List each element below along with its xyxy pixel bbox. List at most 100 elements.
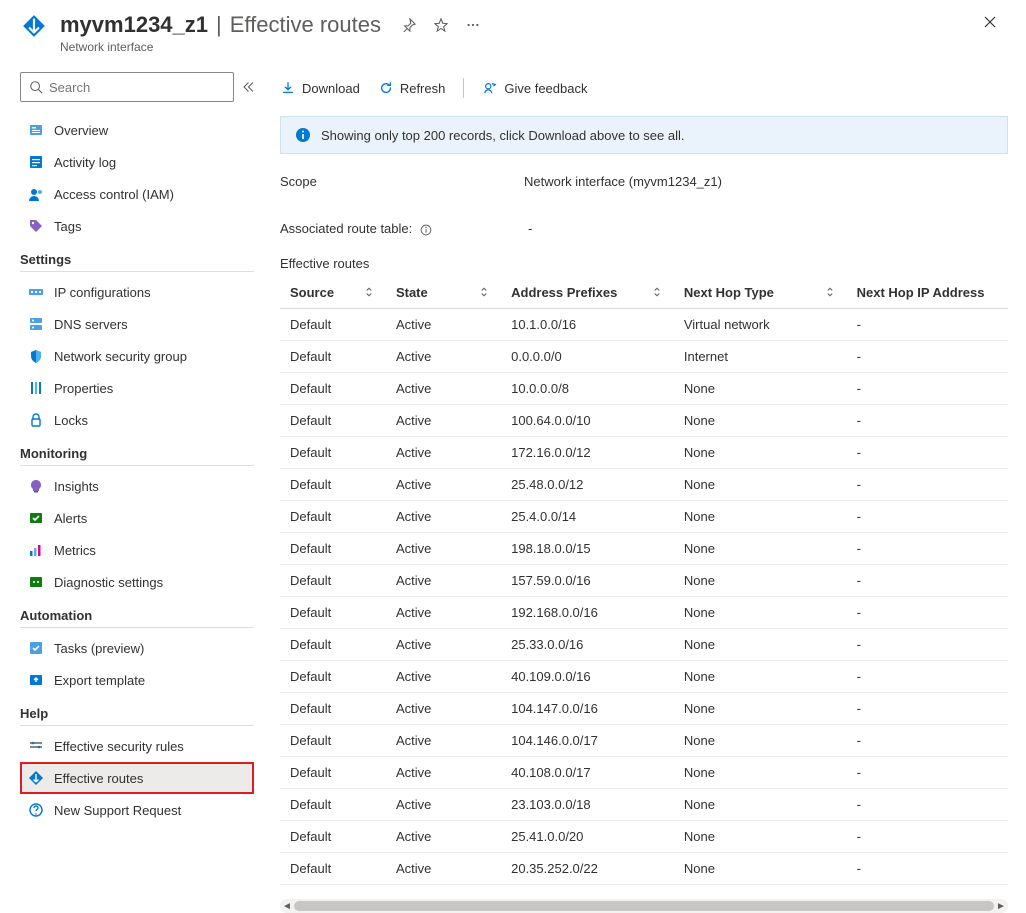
- sort-icon[interactable]: [650, 285, 664, 299]
- cell-source: Default: [280, 693, 386, 725]
- sidebar-item-iam[interactable]: Access control (IAM): [20, 178, 254, 210]
- cell-prefix: 172.16.0.0/12: [501, 437, 674, 469]
- sidebar-item-ipconfig[interactable]: IP configurations: [20, 276, 254, 308]
- more-icon[interactable]: [461, 13, 485, 37]
- sidebar-item-label: Network security group: [54, 349, 187, 364]
- cell-hopip: -: [847, 341, 1008, 373]
- table-row[interactable]: DefaultActive198.18.0.0/15None--: [280, 533, 1008, 565]
- table-row[interactable]: DefaultActive172.16.0.0/12None--: [280, 437, 1008, 469]
- sidebar-item-dns[interactable]: DNS servers: [20, 308, 254, 340]
- sidebar-item-export[interactable]: Export template: [20, 664, 254, 696]
- sidebar-item-alerts[interactable]: Alerts: [20, 502, 254, 534]
- tags-icon: [28, 218, 44, 234]
- cell-hopip: -: [847, 757, 1008, 789]
- sidebar-item-locks[interactable]: Locks: [20, 404, 254, 436]
- cell-source: Default: [280, 373, 386, 405]
- sidebar-item-label: Insights: [54, 479, 99, 494]
- sidebar-item-activity[interactable]: Activity log: [20, 146, 254, 178]
- assoc-route-value: -: [524, 221, 532, 236]
- sidebar-item-diag[interactable]: Diagnostic settings: [20, 566, 254, 598]
- column-header[interactable]: Source: [280, 277, 386, 309]
- sort-icon[interactable]: [477, 285, 491, 299]
- table-row[interactable]: DefaultActive10.1.0.0/16Virtual network-…: [280, 309, 1008, 341]
- cell-source: Default: [280, 821, 386, 853]
- sidebar-item-label: Locks: [54, 413, 88, 428]
- cell-hopip: -: [847, 725, 1008, 757]
- table-row[interactable]: DefaultActive25.33.0.0/16None--: [280, 629, 1008, 661]
- sidebar-item-support[interactable]: New Support Request: [20, 794, 254, 826]
- feedback-button[interactable]: Give feedback: [482, 80, 587, 96]
- cell-hoptype: Virtual network: [674, 309, 847, 341]
- sidebar-item-props[interactable]: Properties: [20, 372, 254, 404]
- sidebar-item-overview[interactable]: Overview: [20, 114, 254, 146]
- cell-source: Default: [280, 533, 386, 565]
- cell-state: Active: [386, 629, 501, 661]
- refresh-button[interactable]: Refresh: [378, 80, 446, 96]
- column-header[interactable]: Address Prefixes: [501, 277, 674, 309]
- sidebar-item-nsg[interactable]: Network security group: [20, 340, 254, 372]
- overview-icon: [28, 122, 44, 138]
- horizontal-scrollbar[interactable]: ◄ ►: [280, 899, 1008, 913]
- table-row[interactable]: DefaultActive100.64.0.0/10None--: [280, 405, 1008, 437]
- page-header: myvm1234_z1 | Effective routes Network i…: [0, 0, 1026, 60]
- cell-state: Active: [386, 853, 501, 885]
- download-icon: [280, 80, 296, 96]
- cell-hoptype: None: [674, 373, 847, 405]
- table-row[interactable]: DefaultActive157.59.0.0/16None--: [280, 565, 1008, 597]
- cell-prefix: 10.1.0.0/16: [501, 309, 674, 341]
- cell-state: Active: [386, 309, 501, 341]
- sidebar-item-tags[interactable]: Tags: [20, 210, 254, 242]
- sidebar-group-title: Automation: [20, 598, 254, 628]
- info-small-icon[interactable]: [420, 224, 432, 236]
- table-row[interactable]: DefaultActive25.4.0.0/14None--: [280, 501, 1008, 533]
- cell-prefix: 192.168.0.0/16: [501, 597, 674, 629]
- sidebar-item-esr[interactable]: Effective security rules: [20, 730, 254, 762]
- sidebar-item-metrics[interactable]: Metrics: [20, 534, 254, 566]
- table-row[interactable]: DefaultActive40.108.0.0/17None--: [280, 757, 1008, 789]
- refresh-icon: [378, 80, 394, 96]
- table-row[interactable]: DefaultActive40.109.0.0/16None--: [280, 661, 1008, 693]
- page-title: Effective routes: [230, 12, 381, 38]
- sort-icon[interactable]: [362, 285, 376, 299]
- scope-value: Network interface (myvm1234_z1): [524, 174, 722, 189]
- column-header[interactable]: State: [386, 277, 501, 309]
- column-header[interactable]: Next Hop IP Address: [847, 277, 1008, 309]
- cell-hopip: -: [847, 437, 1008, 469]
- table-row[interactable]: DefaultActive192.168.0.0/16None--: [280, 597, 1008, 629]
- routes-table: SourceStateAddress PrefixesNext Hop Type…: [280, 277, 1008, 885]
- sidebar-item-tasks[interactable]: Tasks (preview): [20, 632, 254, 664]
- cell-source: Default: [280, 309, 386, 341]
- table-row[interactable]: DefaultActive25.48.0.0/12None--: [280, 469, 1008, 501]
- sort-icon[interactable]: [823, 285, 837, 299]
- download-button[interactable]: Download: [280, 80, 360, 96]
- table-row[interactable]: DefaultActive0.0.0.0/0Internet--: [280, 341, 1008, 373]
- cell-state: Active: [386, 373, 501, 405]
- sidebar-search[interactable]: [20, 72, 234, 102]
- column-header[interactable]: Next Hop Type: [674, 277, 847, 309]
- search-input[interactable]: [49, 80, 225, 95]
- close-icon[interactable]: [982, 14, 1002, 34]
- table-row[interactable]: DefaultActive104.146.0.0/17None--: [280, 725, 1008, 757]
- table-row[interactable]: DefaultActive23.103.0.0/18None--: [280, 789, 1008, 821]
- scroll-left-icon[interactable]: ◄: [280, 901, 294, 912]
- pin-icon[interactable]: [397, 13, 421, 37]
- lock-icon: [28, 412, 44, 428]
- star-icon[interactable]: [429, 13, 453, 37]
- table-row[interactable]: DefaultActive104.147.0.0/16None--: [280, 693, 1008, 725]
- cell-prefix: 198.18.0.0/15: [501, 533, 674, 565]
- scroll-right-icon[interactable]: ►: [994, 901, 1008, 912]
- cell-hopip: -: [847, 789, 1008, 821]
- sidebar-item-er[interactable]: Effective routes: [20, 762, 254, 794]
- collapse-sidebar-icon[interactable]: [240, 77, 254, 97]
- cell-hopip: -: [847, 597, 1008, 629]
- cell-source: Default: [280, 565, 386, 597]
- table-row[interactable]: DefaultActive20.35.252.0/22None--: [280, 853, 1008, 885]
- sidebar-item-label: Overview: [54, 123, 108, 138]
- table-row[interactable]: DefaultActive10.0.0.0/8None--: [280, 373, 1008, 405]
- scrollbar-thumb[interactable]: [294, 901, 994, 911]
- table-row[interactable]: DefaultActive25.41.0.0/20None--: [280, 821, 1008, 853]
- sidebar-item-label: New Support Request: [54, 803, 181, 818]
- cell-hoptype: None: [674, 693, 847, 725]
- table-scroll[interactable]: SourceStateAddress PrefixesNext Hop Type…: [280, 277, 1008, 895]
- sidebar-item-insights[interactable]: Insights: [20, 470, 254, 502]
